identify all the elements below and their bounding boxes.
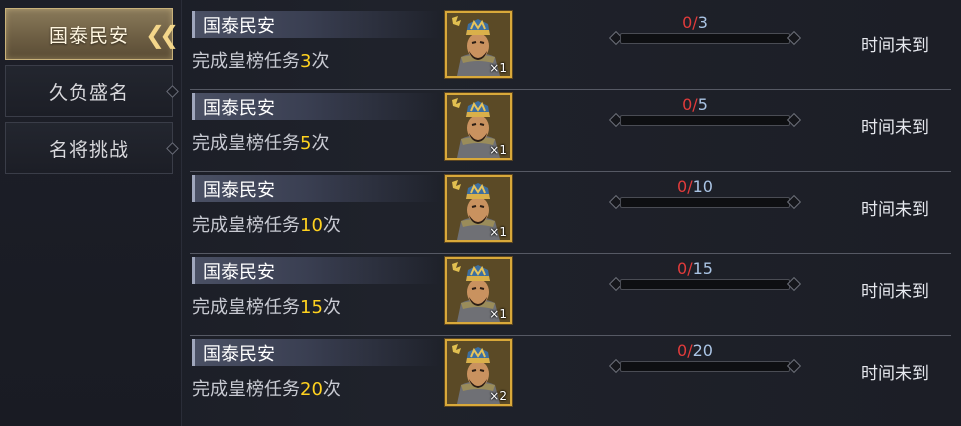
task-count: 15 — [300, 297, 323, 318]
progress-text: 0/15 — [595, 259, 795, 278]
task-description: 完成皇榜任务20次 — [192, 379, 341, 400]
progress-track — [620, 197, 790, 208]
progress-track — [620, 279, 790, 290]
progress-text: 0/10 — [595, 177, 795, 196]
reward-quantity: ×1 — [489, 307, 507, 321]
task-row: 国泰民安 完成皇榜任务3次 ×1 0/3 时间未到 — [190, 8, 951, 90]
task-description: 完成皇榜任务10次 — [192, 215, 341, 236]
task-row: 国泰民安 完成皇榜任务15次 ×1 0/15 时间未到 — [190, 254, 951, 336]
task-status: 时间未到 — [861, 282, 929, 302]
task-description: 完成皇榜任务15次 — [192, 297, 341, 318]
task-description: 完成皇榜任务5次 — [192, 133, 330, 154]
progress-current: 0 — [677, 177, 688, 196]
progress-current: 0 — [682, 95, 693, 114]
diamond-icon — [166, 142, 179, 155]
task-title: 国泰民安 — [203, 16, 275, 37]
reward-quantity: ×1 — [489, 61, 507, 75]
progress-goal: 20 — [692, 341, 713, 360]
tab-label: 国泰民安 — [48, 24, 129, 47]
progress-text: 0/5 — [595, 95, 795, 114]
task-title: 国泰民安 — [203, 180, 275, 201]
achievement-panel: 国泰民安 ❮❮ 久负盛名 名将挑战 国泰民安 完成皇榜任务3次 ×1 0/3 时… — [0, 0, 961, 426]
task-title: 国泰民安 — [203, 262, 275, 283]
task-status: 时间未到 — [861, 118, 929, 138]
task-row: 国泰民安 完成皇榜任务5次 ×1 0/5 时间未到 — [190, 90, 951, 172]
tab-label: 久负盛名 — [48, 81, 129, 104]
progress-track — [620, 115, 790, 126]
progress-bar — [608, 112, 802, 128]
progress-current: 0 — [682, 13, 693, 32]
tab-mingjiang-tiaozhan[interactable]: 名将挑战 — [5, 122, 179, 174]
task-status: 时间未到 — [861, 200, 929, 220]
progress-text: 0/3 — [595, 13, 795, 32]
reward-item[interactable]: ×1 — [445, 257, 512, 324]
progress-bar — [608, 276, 802, 292]
task-count: 3 — [300, 51, 312, 72]
progress-track — [620, 33, 790, 44]
progress-goal: 5 — [697, 95, 708, 114]
progress-goal: 10 — [692, 177, 713, 196]
progress-track — [620, 361, 790, 372]
task-status: 时间未到 — [861, 36, 929, 56]
reward-quantity: ×1 — [489, 225, 507, 239]
progress-current: 0 — [677, 341, 688, 360]
progress-goal: 3 — [697, 13, 708, 32]
progress-text: 0/20 — [595, 341, 795, 360]
task-status: 时间未到 — [861, 364, 929, 384]
task-title: 国泰民安 — [203, 98, 275, 119]
reward-quantity: ×2 — [489, 389, 507, 403]
task-count: 5 — [300, 133, 312, 154]
reward-item[interactable]: ×2 — [445, 339, 512, 406]
progress-current: 0 — [677, 259, 688, 278]
progress-goal: 15 — [692, 259, 713, 278]
tab-jiufu-shengming[interactable]: 久负盛名 — [5, 65, 179, 117]
progress-bar — [608, 358, 802, 374]
reward-item[interactable]: ×1 — [445, 93, 512, 160]
progress-bar — [608, 30, 802, 46]
reward-item[interactable]: ×1 — [445, 175, 512, 242]
tab-guotai-minan[interactable]: 国泰民安 ❮❮ — [5, 8, 179, 60]
tab-label: 名将挑战 — [48, 138, 129, 161]
double-chevron-left-icon: ❮❮ — [145, 21, 179, 49]
diamond-icon — [166, 85, 179, 98]
sidebar: 国泰民安 ❮❮ 久负盛名 名将挑战 — [0, 0, 182, 426]
progress-bar — [608, 194, 802, 210]
reward-item[interactable]: ×1 — [445, 11, 512, 78]
task-row: 国泰民安 完成皇榜任务10次 ×1 0/10 时间未到 — [190, 172, 951, 254]
task-row: 国泰民安 完成皇榜任务20次 ×2 0/20 时间未到 — [190, 336, 951, 418]
task-title: 国泰民安 — [203, 344, 275, 365]
task-description: 完成皇榜任务3次 — [192, 51, 330, 72]
task-count: 10 — [300, 215, 323, 236]
reward-quantity: ×1 — [489, 143, 507, 157]
task-count: 20 — [300, 379, 323, 400]
